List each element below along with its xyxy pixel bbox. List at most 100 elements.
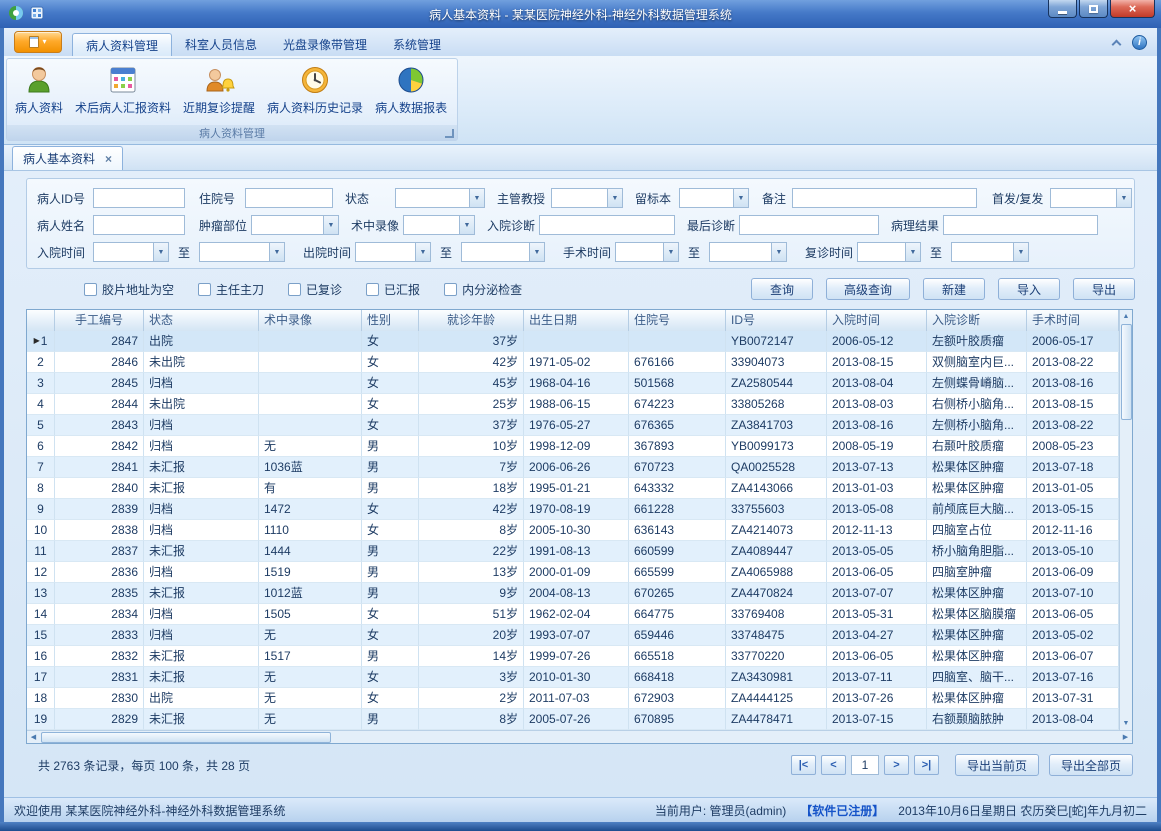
table-row[interactable]: 102838归档1110女8岁2005-10-30636143ZA4214073… (27, 520, 1119, 541)
inpatient-no-input[interactable] (245, 188, 333, 208)
table-row[interactable]: 172831未汇报无女3岁2010-01-30668418ZA343098120… (27, 667, 1119, 688)
tab-department-staff-info[interactable]: 科室人员信息 (172, 33, 270, 56)
column-header[interactable]: 手术时间 (1027, 310, 1119, 331)
column-header[interactable]: ID号 (726, 310, 827, 331)
column-header[interactable]: 出生日期 (524, 310, 629, 331)
patient-report-button[interactable]: 病人数据报表 (369, 61, 453, 125)
followup-reminder-button[interactable]: 近期复诊提醒 (177, 61, 261, 125)
table-row[interactable]: 92839归档1472女42岁1970-08-19661228337556032… (27, 499, 1119, 520)
table-row[interactable]: 142834归档1505女51岁1962-02-0466477533769408… (27, 604, 1119, 625)
column-header[interactable]: 术中录像 (259, 310, 362, 331)
export-all-pages-button[interactable]: 导出全部页 (1049, 754, 1133, 776)
status-select[interactable]: ▼ (395, 188, 485, 208)
quick-access-icon[interactable] (30, 6, 44, 23)
table-row[interactable]: 82840未汇报有男18岁1995-01-21643332ZA414306620… (27, 478, 1119, 499)
grid-cell: 2013-07-13 (827, 457, 927, 478)
export-button[interactable]: 导出 (1073, 278, 1135, 300)
table-row[interactable]: 132835未汇报1012蓝男9岁2004-08-13670265ZA44708… (27, 583, 1119, 604)
horizontal-scroll-thumb[interactable] (41, 732, 331, 743)
followup-time-from-select[interactable]: ▼ (857, 242, 921, 262)
info-icon[interactable]: i (1132, 35, 1147, 50)
grid-cell: 2839 (55, 499, 144, 520)
query-button[interactable]: 查询 (751, 278, 813, 300)
table-row[interactable]: 72841未汇报1036蓝男7岁2006-06-26670723QA002552… (27, 457, 1119, 478)
table-row[interactable]: 192829未汇报无男8岁2005-07-26670895ZA447847120… (27, 709, 1119, 730)
table-row[interactable]: ▶12847出院女37岁YB00721472006-05-12左额叶胶质瘤200… (27, 331, 1119, 352)
postop-report-button[interactable]: 术后病人汇报资料 (69, 61, 177, 125)
surgery-time-to-select[interactable]: ▼ (709, 242, 787, 262)
surgery-time-from-select[interactable]: ▼ (615, 242, 679, 262)
followed-up-checkbox[interactable]: 已复诊 (288, 281, 342, 298)
column-header[interactable]: 住院号 (629, 310, 726, 331)
table-row[interactable]: 32845归档女45岁1968-04-16501568ZA25805442013… (27, 373, 1119, 394)
table-row[interactable]: 42844未出院女25岁1988-06-15674223338052682013… (27, 394, 1119, 415)
table-row[interactable]: 182830出院无女2岁2011-07-03672903ZA4444125201… (27, 688, 1119, 709)
intraop-video-select[interactable]: ▼ (403, 215, 475, 235)
minimize-button[interactable] (1048, 0, 1077, 18)
patient-id-input[interactable] (93, 188, 185, 208)
discharge-time-from-select[interactable]: ▼ (355, 242, 431, 262)
tab-patient-data-management[interactable]: 病人资料管理 (72, 33, 172, 56)
admission-time-to-select[interactable]: ▼ (199, 242, 285, 262)
close-button[interactable]: × (1110, 0, 1155, 18)
tab-disc-video-management[interactable]: 光盘录像带管理 (270, 33, 380, 56)
endocrine-exam-checkbox[interactable]: 内分泌检查 (444, 281, 522, 298)
table-row[interactable]: 152833归档无女20岁1993-07-0765944633748475201… (27, 625, 1119, 646)
title-bar[interactable]: 病人基本资料 - 某某医院神经外科-神经外科数据管理系统 × (0, 0, 1161, 28)
table-row[interactable]: 162832未汇报1517男14岁1999-07-266655183377022… (27, 646, 1119, 667)
admission-time-from-select[interactable]: ▼ (93, 242, 169, 262)
column-header[interactable]: 入院诊断 (927, 310, 1027, 331)
new-button[interactable]: 新建 (923, 278, 985, 300)
import-button[interactable]: 导入 (998, 278, 1060, 300)
page-number-input[interactable] (851, 755, 879, 775)
tab-close-icon[interactable]: × (105, 152, 112, 166)
column-header[interactable]: 状态 (144, 310, 259, 331)
table-row[interactable]: 112837未汇报1444男22岁1991-08-13660599ZA40894… (27, 541, 1119, 562)
scroll-left-icon[interactable]: ◀ (27, 731, 40, 744)
column-header[interactable]: 就诊年龄 (419, 310, 524, 331)
last-page-button[interactable]: >| (914, 755, 939, 775)
collapse-ribbon-icon[interactable] (1112, 40, 1122, 50)
vertical-scroll-thumb[interactable] (1121, 324, 1132, 420)
reported-checkbox[interactable]: 已汇报 (366, 281, 420, 298)
scroll-right-icon[interactable]: ▶ (1119, 731, 1132, 744)
remark-input[interactable] (792, 188, 977, 208)
table-row[interactable]: 62842归档无男10岁1998-12-09367893YB0099173200… (27, 436, 1119, 457)
professor-select[interactable]: ▼ (551, 188, 623, 208)
dialog-launcher-icon[interactable] (445, 129, 454, 138)
specimen-select[interactable]: ▼ (679, 188, 749, 208)
discharge-time-to-select[interactable]: ▼ (461, 242, 545, 262)
admission-dx-input[interactable] (539, 215, 675, 235)
next-page-button[interactable]: > (884, 755, 909, 775)
software-registered-link[interactable]: 【软件已注册】 (800, 802, 884, 819)
column-header[interactable]: 手工编号 (55, 310, 144, 331)
patient-name-input[interactable] (93, 215, 185, 235)
followup-time-to-select[interactable]: ▼ (951, 242, 1029, 262)
chief-surgeon-checkbox[interactable]: 主任主刀 (198, 281, 264, 298)
application-menu-button[interactable]: ▾ (14, 31, 62, 53)
column-header[interactable]: 性别 (362, 310, 419, 331)
advanced-query-button[interactable]: 高级查询 (826, 278, 910, 300)
final-dx-input[interactable] (739, 215, 879, 235)
prev-page-button[interactable]: < (821, 755, 846, 775)
app-logo-icon[interactable] (8, 5, 24, 24)
patient-history-button[interactable]: 病人资料历史记录 (261, 61, 369, 125)
film-address-empty-checkbox[interactable]: 胶片地址为空 (84, 281, 174, 298)
first-page-button[interactable]: |< (791, 755, 816, 775)
scroll-down-icon[interactable]: ▼ (1120, 717, 1133, 730)
grid-horizontal-scrollbar[interactable]: ◀ ▶ (27, 730, 1132, 743)
grid-vertical-scrollbar[interactable]: ▲ ▼ (1119, 310, 1132, 730)
column-header[interactable]: 入院时间 (827, 310, 927, 331)
tab-patient-basic-data[interactable]: 病人基本资料 × (12, 146, 123, 170)
tumor-site-select[interactable]: ▼ (251, 215, 339, 235)
scroll-up-icon[interactable]: ▲ (1120, 310, 1133, 323)
table-row[interactable]: 122836归档1519男13岁2000-01-09665599ZA406598… (27, 562, 1119, 583)
tab-system-management[interactable]: 系统管理 (380, 33, 454, 56)
pathology-input[interactable] (943, 215, 1098, 235)
first-recur-select[interactable]: ▼ (1050, 188, 1132, 208)
patient-info-button[interactable]: 病人资料 (9, 61, 69, 125)
export-current-page-button[interactable]: 导出当前页 (955, 754, 1039, 776)
maximize-button[interactable] (1079, 0, 1108, 18)
table-row[interactable]: 52843归档女37岁1976-05-27676365ZA38417032013… (27, 415, 1119, 436)
table-row[interactable]: 22846未出院女42岁1971-05-02676166339040732013… (27, 352, 1119, 373)
